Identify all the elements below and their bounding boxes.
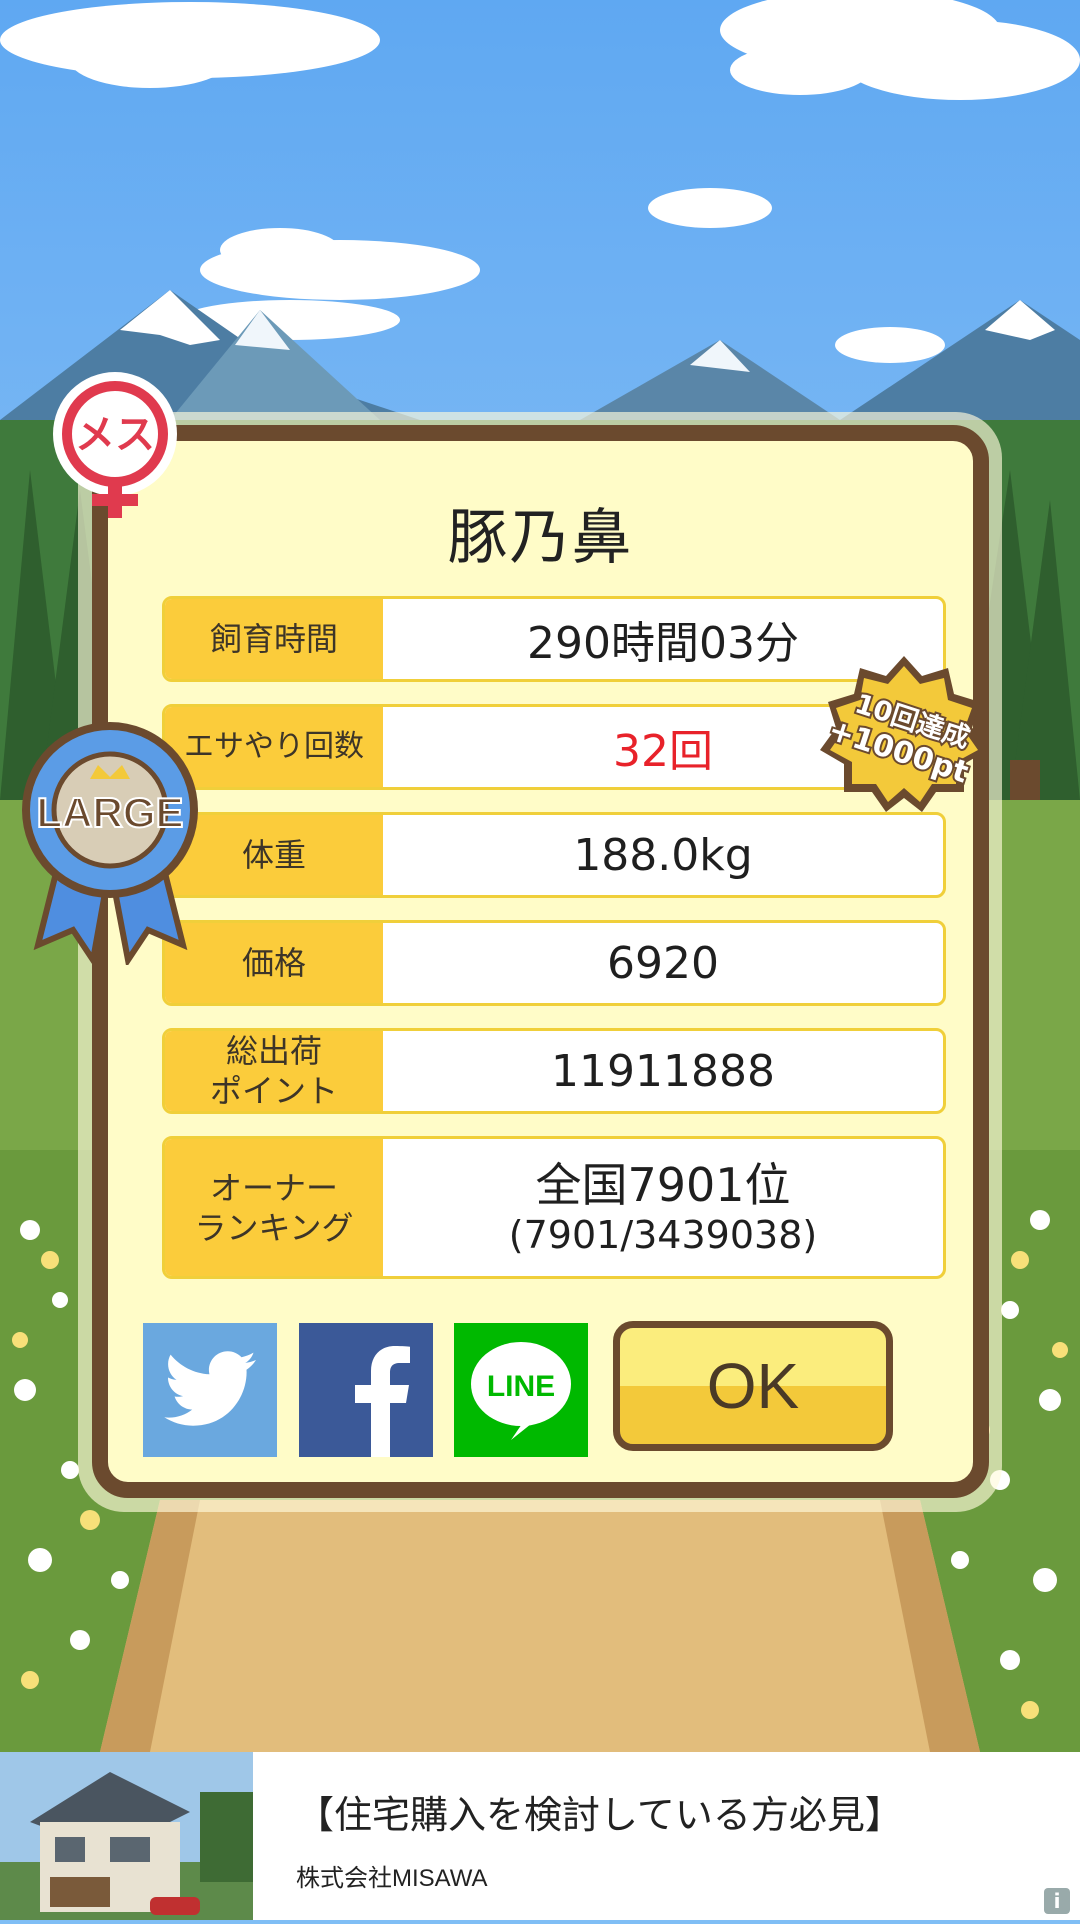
ok-button[interactable]: OK bbox=[613, 1321, 893, 1451]
female-gender-badge: メス bbox=[50, 372, 180, 522]
large-size-ribbon: LARGE bbox=[18, 715, 203, 968]
row-label-line: ポイント bbox=[209, 1072, 338, 1110]
ad-house-image[interactable] bbox=[0, 1752, 253, 1920]
line-share-button[interactable]: LINE bbox=[454, 1323, 588, 1457]
ad-banner[interactable]: 【住宅購入を検討している方必見】 株式会社MISAWA i bbox=[0, 1752, 1080, 1920]
ad-title[interactable]: 【住宅購入を検討している方必見】 bbox=[296, 1784, 903, 1839]
size-label: LARGE bbox=[37, 789, 184, 836]
gender-label: メス bbox=[75, 412, 155, 458]
row-label-line: 総出荷 bbox=[225, 1032, 322, 1070]
row-label: 飼育時間 bbox=[165, 599, 383, 679]
twitter-bird-icon bbox=[164, 1351, 256, 1426]
twitter-share-button[interactable] bbox=[143, 1323, 277, 1457]
row-weight: 体重 188.0kg bbox=[162, 812, 946, 898]
pig-status-dialog: 豚乃鼻 飼育時間 290時間03分 エサやり回数 32回 体重 188.0kg … bbox=[92, 425, 989, 1498]
facebook-share-button[interactable] bbox=[299, 1323, 433, 1457]
row-value: 6920 bbox=[607, 937, 719, 989]
row-label-line: ランキング bbox=[194, 1208, 354, 1247]
row-label: オーナー ランキング bbox=[165, 1139, 383, 1276]
ad-info-icon[interactable]: i bbox=[1044, 1888, 1070, 1914]
achievement-badge: 10回達成 +1000pt bbox=[818, 652, 990, 814]
line-chat-icon: LINE bbox=[471, 1342, 571, 1440]
row-label: 総出荷 ポイント bbox=[165, 1031, 383, 1111]
ranking-national: 全国7901位 bbox=[535, 1157, 791, 1212]
facebook-f-icon bbox=[355, 1346, 410, 1457]
row-value: 全国7901位 (7901/3439038) bbox=[383, 1139, 943, 1276]
row-value: 188.0kg bbox=[573, 829, 753, 881]
row-owner-ranking: オーナー ランキング 全国7901位 (7901/3439038) bbox=[162, 1136, 946, 1279]
row-value: 11911888 bbox=[551, 1045, 775, 1097]
ad-advertiser[interactable]: 株式会社MISAWA bbox=[296, 1858, 488, 1893]
row-price: 価格 6920 bbox=[162, 920, 946, 1006]
line-label: LINE bbox=[487, 1370, 555, 1403]
pig-name-title: 豚乃鼻 bbox=[447, 503, 634, 573]
row-label-line: オーナー bbox=[209, 1168, 338, 1207]
ranking-detail: (7901/3439038) bbox=[508, 1212, 818, 1257]
row-total-shipping-points: 総出荷 ポイント 11911888 bbox=[162, 1028, 946, 1114]
